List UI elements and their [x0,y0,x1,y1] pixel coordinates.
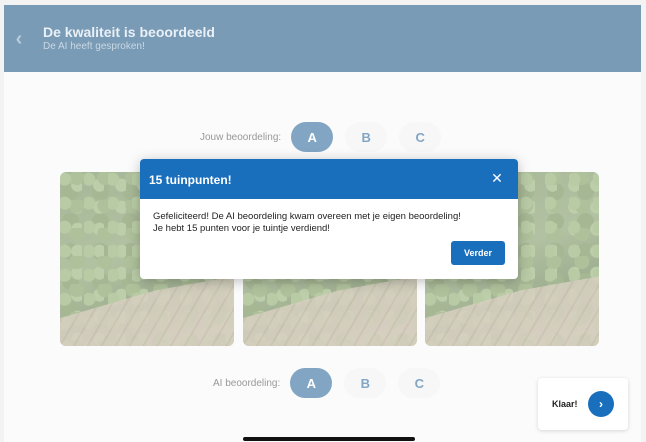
points-dialog: 15 tuinpunten! ✕ Gefeliciteerd! De AI be… [140,159,518,279]
home-indicator [243,437,415,441]
dialog-title: 15 tuinpunten! [149,173,232,187]
chevron-right-icon[interactable]: › [588,391,614,417]
close-icon[interactable]: ✕ [490,171,504,185]
verder-button[interactable]: Verder [451,241,505,265]
dialog-message: Gefeliciteerd! De AI beoordeling kwam ov… [153,211,513,235]
dialog-message-line-1: Gefeliciteerd! De AI beoordeling kwam ov… [153,211,461,222]
dialog-header: 15 tuinpunten! ✕ [140,159,518,199]
done-label: Klaar! [552,399,578,409]
dialog-message-line-2: Je hebt 15 punten voor je tuintje verdie… [153,223,330,234]
done-card[interactable]: Klaar! › [538,378,628,430]
